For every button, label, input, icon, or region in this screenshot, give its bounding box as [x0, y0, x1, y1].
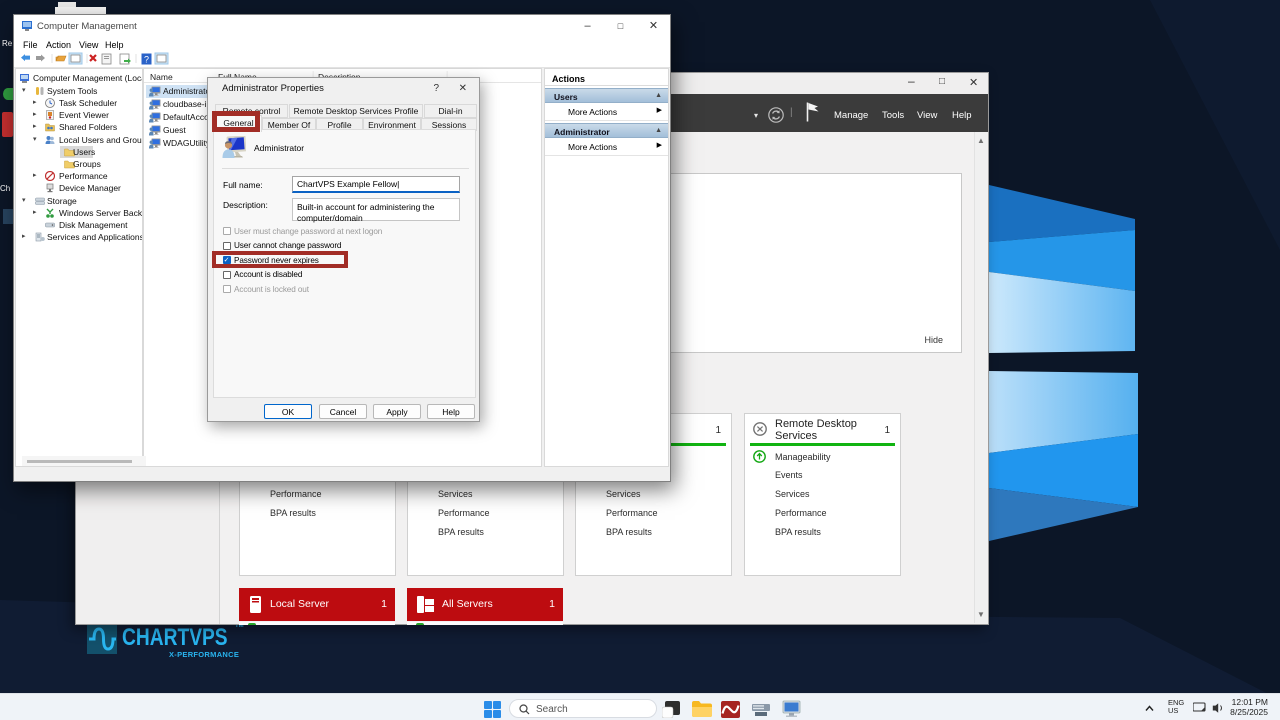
- svg-text:?: ?: [144, 55, 149, 65]
